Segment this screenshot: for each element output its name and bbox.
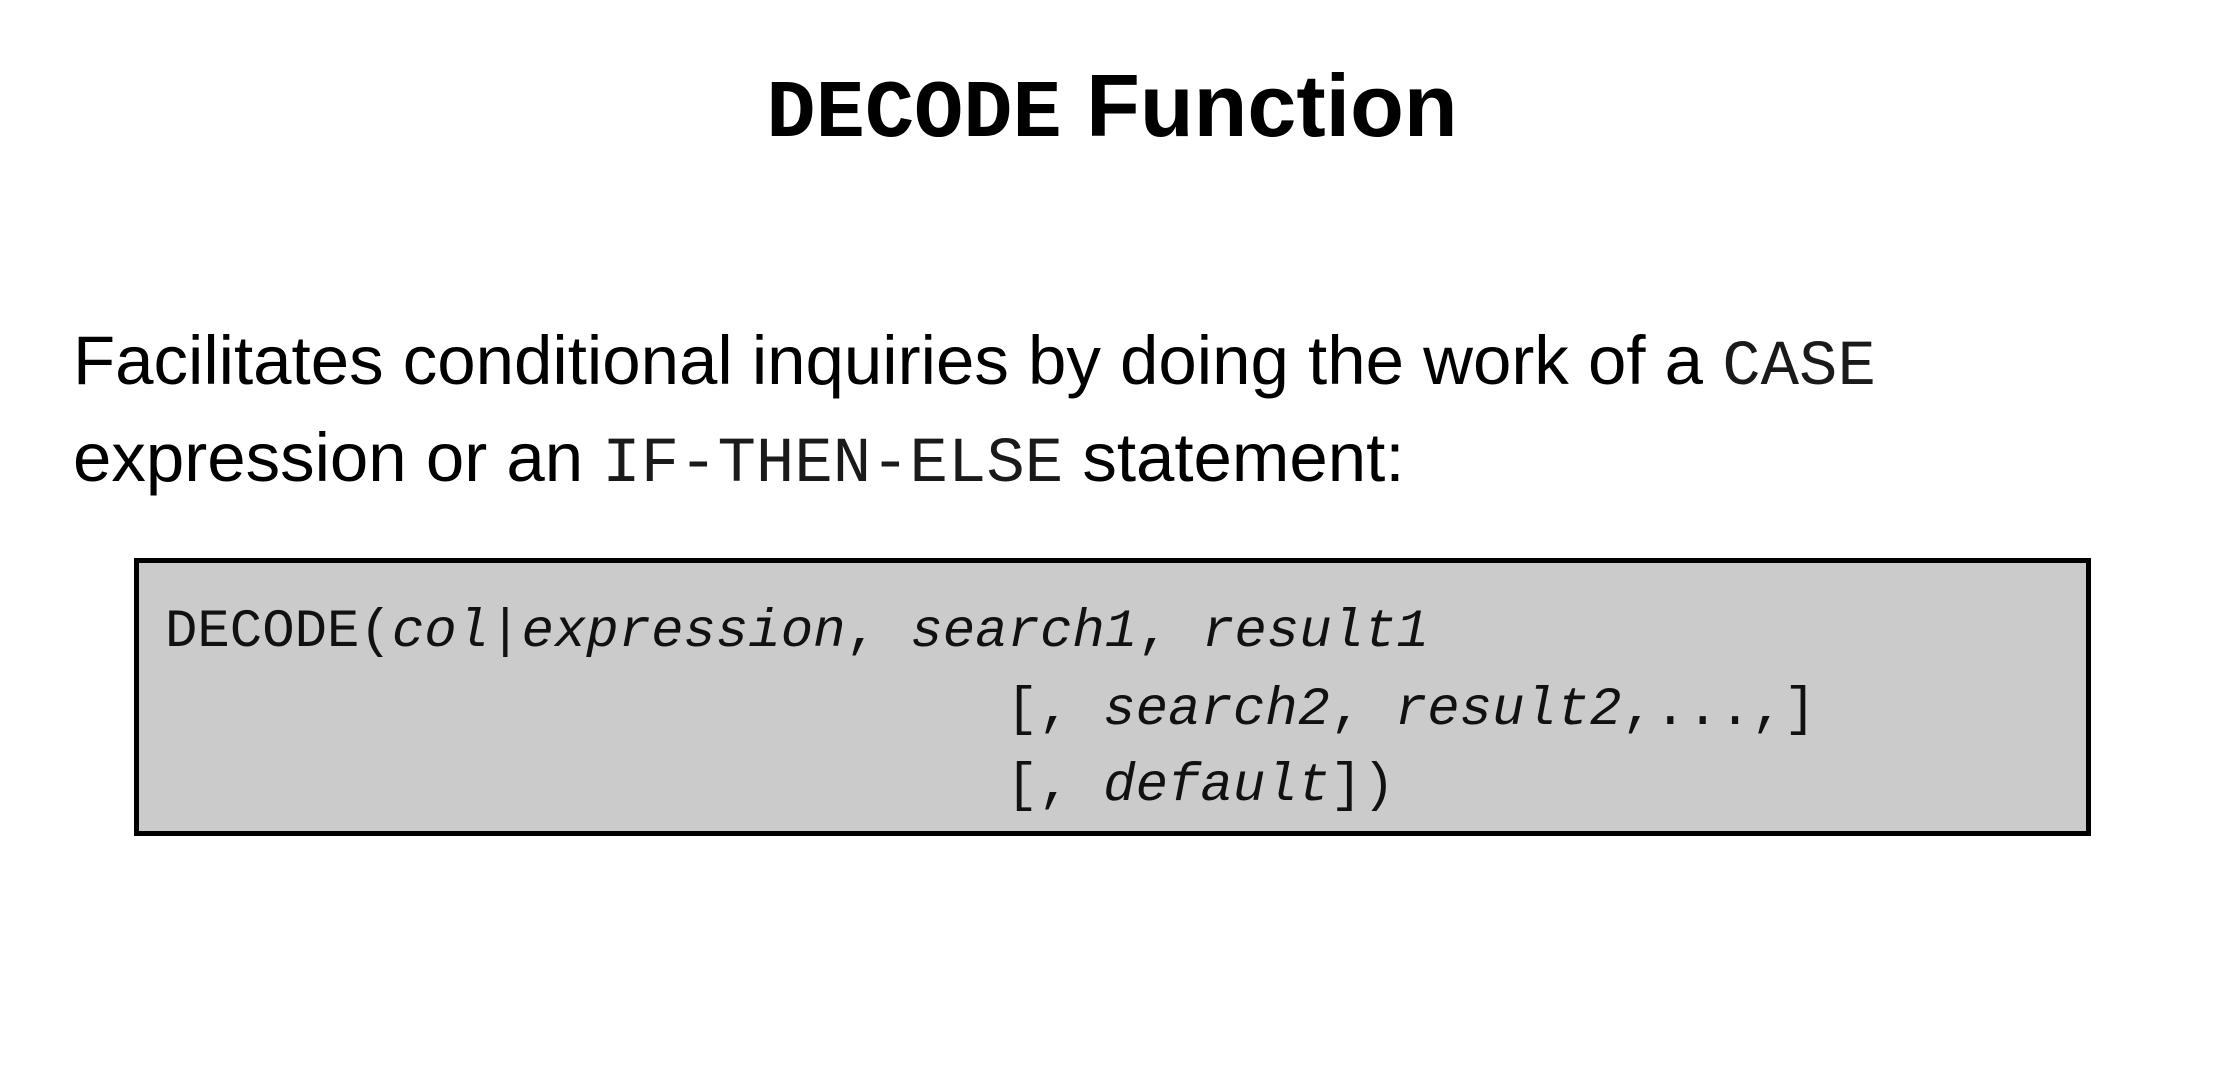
syntax-param-result2: result2	[1394, 680, 1622, 741]
slide-title: DECODE Function	[0, 46, 2224, 175]
if-then-else-keyword: IF-THEN-ELSE	[602, 429, 1064, 501]
title-text: Function	[1086, 56, 1458, 155]
syntax-line-2: [, search2, result2,...,]	[1006, 681, 1816, 741]
syntax-bracket-close: ,...,]	[1621, 680, 1817, 741]
syntax-separator: ,	[1330, 680, 1395, 741]
syntax-separator: ,	[845, 602, 911, 663]
syntax-param-default: default	[1103, 756, 1331, 817]
description-text: expression or an	[73, 419, 584, 496]
syntax-separator: ,	[1137, 602, 1202, 663]
syntax-function: DECODE(	[165, 602, 392, 663]
title-keyword: DECODE	[766, 68, 1062, 161]
syntax-param-result1: result1	[1202, 602, 1429, 663]
syntax-line-1: DECODE(col|expression, search1, result1	[165, 603, 1429, 663]
syntax-bracket-open: [,	[1006, 756, 1104, 817]
syntax-param-col: col	[391, 602, 490, 663]
syntax-param-search1: search1	[910, 602, 1138, 663]
description-line-2: expression or an IF-THEN-ELSE statement:	[73, 413, 2173, 510]
description-line-1: Facilitates conditional inquiries by doi…	[73, 316, 2173, 413]
syntax-pipe: |	[489, 602, 522, 663]
description-text: Facilitates conditional inquiries by doi…	[73, 322, 1704, 399]
syntax-bracket-open: [,	[1006, 680, 1104, 741]
description-paragraph: Facilitates conditional inquiries by doi…	[73, 316, 2173, 510]
syntax-param-expression: expression	[521, 602, 846, 663]
syntax-param-search2: search2	[1103, 680, 1331, 741]
syntax-line-3: [, default])	[1006, 757, 1395, 817]
case-keyword: CASE	[1722, 332, 1876, 404]
description-text: statement:	[1082, 419, 1405, 496]
syntax-box: DECODE(col|expression, search1, result1 …	[134, 558, 2091, 836]
syntax-bracket-close: ])	[1330, 756, 1395, 817]
